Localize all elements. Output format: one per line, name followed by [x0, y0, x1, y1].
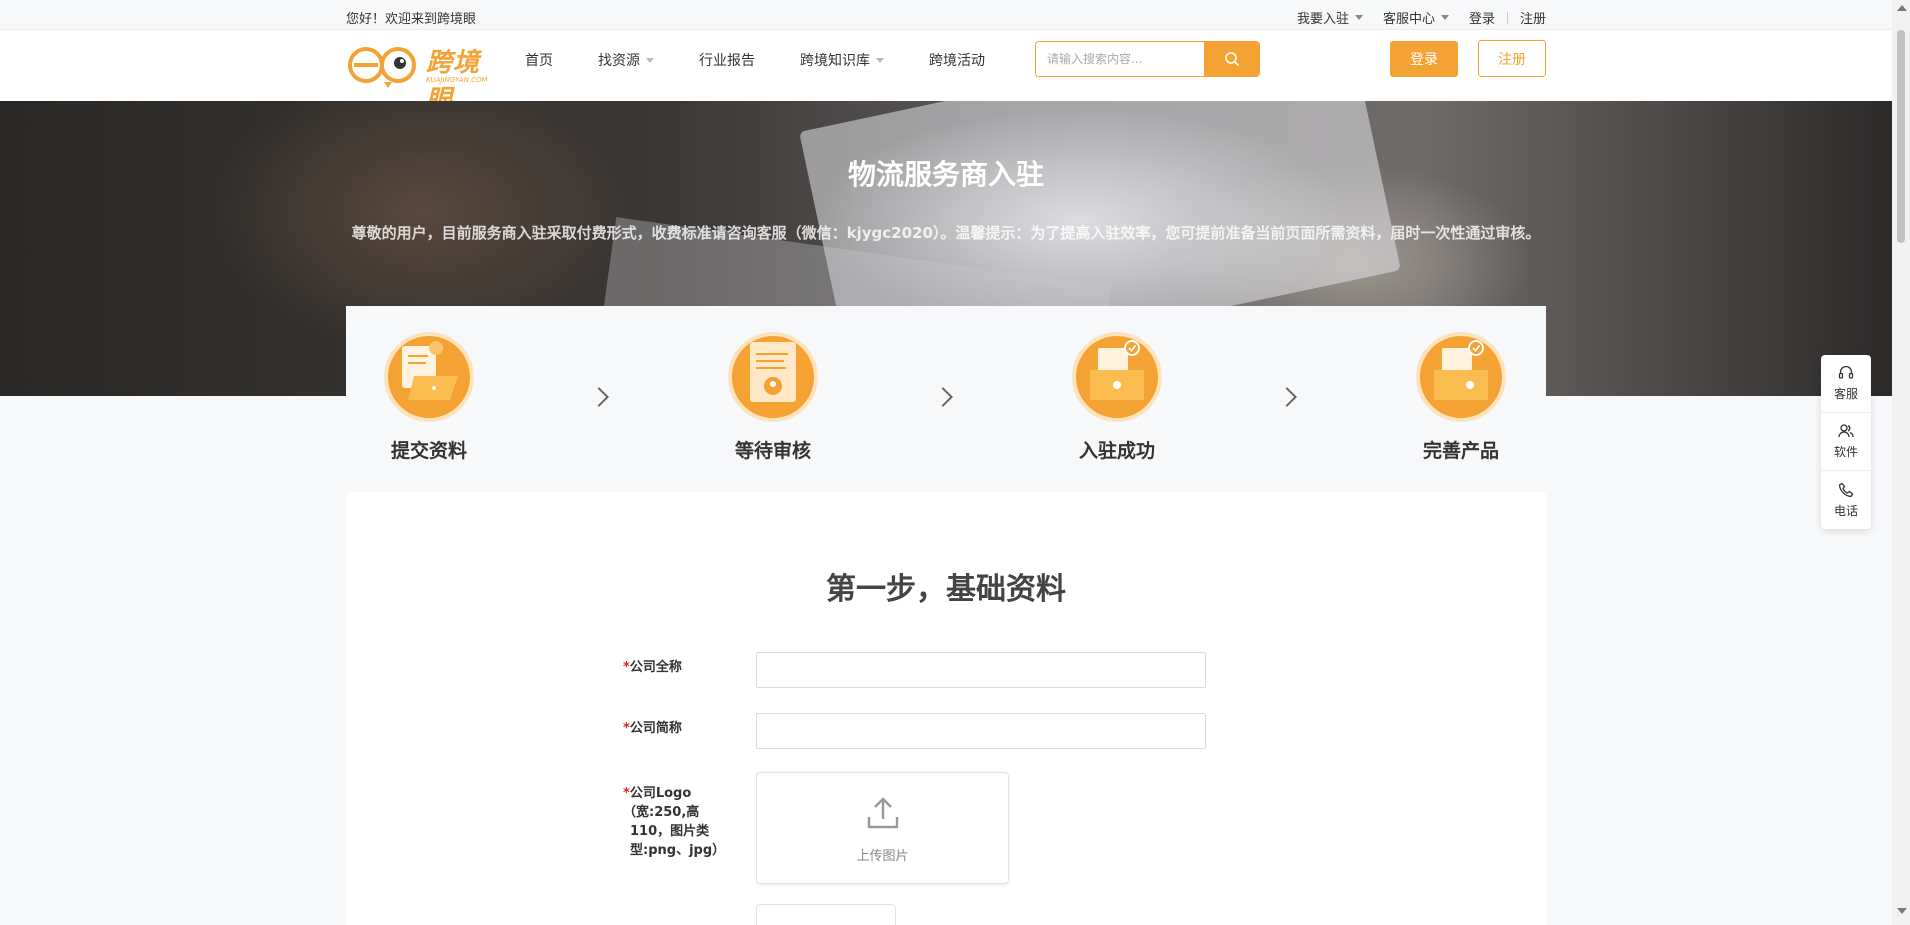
- logo-hint-line: （宽:250,高: [623, 805, 700, 820]
- company-full-name-field[interactable]: [756, 652, 1206, 688]
- search-icon: [1224, 52, 1239, 67]
- chevron-right-icon: [589, 387, 609, 407]
- users-icon: [1838, 424, 1854, 438]
- top-bar: 您好！欢迎来到跨境眼 我要入驻 客服中心 登录 注册: [0, 0, 1892, 30]
- search-box: [1035, 41, 1260, 77]
- complete-product-icon: [1420, 336, 1502, 418]
- nav-item-knowledge-base[interactable]: 跨境知识库: [800, 50, 884, 70]
- service-center-label: 客服中心: [1382, 12, 1435, 27]
- review-pending-icon: [732, 336, 814, 418]
- banner-description: 尊敬的用户，目前服务商入驻采取付费形式，收费标准请咨询客服（微信：kjygc20…: [351, 224, 1541, 242]
- next-upload-area[interactable]: [756, 904, 896, 925]
- caret-down-icon: [646, 57, 654, 63]
- logo-subtext: KUAJINGYAN.COM: [426, 76, 488, 84]
- float-item-software[interactable]: 软件: [1821, 413, 1871, 471]
- top-bar-links: 我要入驻 客服中心 登录 注册: [1297, 8, 1546, 27]
- company-full-name-label: *公司全称: [623, 658, 682, 677]
- service-center-dropdown[interactable]: 客服中心: [1383, 8, 1449, 27]
- nav-item-events[interactable]: 跨境活动: [929, 50, 985, 70]
- nav-label: 跨境活动: [929, 53, 985, 69]
- banner-title: 物流服务商入驻: [847, 158, 1044, 191]
- main-nav: 首页 找资源 行业报告 跨境知识库 跨境活动: [525, 50, 1030, 70]
- caret-down-icon: [876, 57, 884, 63]
- chevron-right-icon: [933, 387, 953, 407]
- logo-eyes-icon: [348, 47, 416, 88]
- scrollbar-thumb[interactable]: [1897, 30, 1905, 243]
- welcome-text: 您好！欢迎来到跨境眼: [346, 12, 477, 27]
- divider: [1506, 11, 1508, 24]
- upload-label: 上传图片: [856, 849, 909, 864]
- floating-toolbar: 客服 软件 电话: [1821, 355, 1871, 529]
- required-mark: *: [623, 660, 630, 675]
- settle-in-dropdown[interactable]: 我要入驻: [1297, 8, 1363, 27]
- caret-down-icon: [1440, 15, 1449, 20]
- nav-label: 跨境知识库: [800, 53, 870, 69]
- step-settle-success: 入驻成功: [1057, 336, 1177, 463]
- logo-upload-area[interactable]: 上传图片: [756, 772, 1009, 884]
- form-heading: 第一步，基础资料: [826, 572, 1066, 607]
- search-button[interactable]: [1204, 42, 1259, 76]
- step-label: 提交资料: [390, 440, 467, 462]
- required-mark: *: [623, 721, 630, 736]
- step-label: 入驻成功: [1078, 440, 1155, 462]
- company-logo-label: *公司Logo （宽:250,高 110，图片类 型:png、jpg）: [623, 784, 725, 860]
- nav-item-find-resources[interactable]: 找资源: [598, 50, 654, 70]
- page-scrollbar[interactable]: [1892, 0, 1910, 925]
- submit-documents-icon: [388, 336, 470, 418]
- float-label: 软件: [1833, 445, 1858, 459]
- settle-in-label: 我要入驻: [1296, 12, 1349, 27]
- nav-label: 行业报告: [699, 53, 755, 69]
- scroll-up-arrow-icon[interactable]: [1897, 5, 1907, 11]
- company-short-name-field[interactable]: [756, 713, 1206, 749]
- caret-down-icon: [1354, 15, 1363, 20]
- top-login-link[interactable]: 登录: [1469, 8, 1495, 27]
- step-complete-product: 完善产品: [1401, 336, 1521, 463]
- headset-icon: [1838, 365, 1854, 379]
- float-item-customer-service[interactable]: 客服: [1821, 355, 1871, 413]
- main-header: 跨境眼 KUAJINGYAN.COM 首页 找资源 行业报告 跨境知识库 跨境活…: [0, 30, 1892, 115]
- float-label: 客服: [1833, 387, 1858, 401]
- logo-hint-line: 110，图片类: [630, 824, 710, 839]
- logo-hint-line: 型:png、jpg）: [630, 843, 726, 858]
- nav-label: 找资源: [598, 53, 640, 69]
- field-label-text: 公司简称: [629, 721, 682, 736]
- step-submit-documents: 提交资料: [369, 336, 489, 463]
- float-item-phone[interactable]: 电话: [1821, 471, 1871, 529]
- nav-item-home[interactable]: 首页: [525, 50, 553, 70]
- scroll-down-arrow-icon[interactable]: [1897, 908, 1907, 914]
- top-register-link[interactable]: 注册: [1520, 8, 1546, 27]
- progress-steps: 提交资料 等待审核 入驻成功 完善产品: [346, 306, 1546, 492]
- login-button[interactable]: 登录: [1390, 41, 1458, 77]
- required-mark: *: [623, 786, 630, 801]
- float-label: 电话: [1833, 503, 1858, 518]
- register-button[interactable]: 注册: [1478, 40, 1546, 77]
- step-review-pending: 等待审核: [713, 336, 833, 463]
- nav-item-industry-reports[interactable]: 行业报告: [699, 50, 755, 70]
- search-input[interactable]: [1036, 42, 1204, 76]
- field-label-text: 公司Logo: [629, 786, 692, 801]
- step-label: 完善产品: [1422, 440, 1499, 462]
- site-logo[interactable]: 跨境眼 KUAJINGYAN.COM: [346, 38, 496, 115]
- upload-icon: [867, 797, 899, 829]
- chevron-right-icon: [1277, 387, 1297, 407]
- basic-info-form: 第一步，基础资料 *公司全称 *公司简称 *公司Logo （宽:250,高 11…: [346, 492, 1546, 925]
- nav-label: 首页: [525, 53, 553, 69]
- phone-icon: [1838, 482, 1854, 497]
- company-short-name-label: *公司简称: [623, 719, 682, 738]
- step-label: 等待审核: [734, 440, 811, 462]
- field-label-text: 公司全称: [629, 660, 682, 675]
- settle-success-icon: [1076, 336, 1158, 418]
